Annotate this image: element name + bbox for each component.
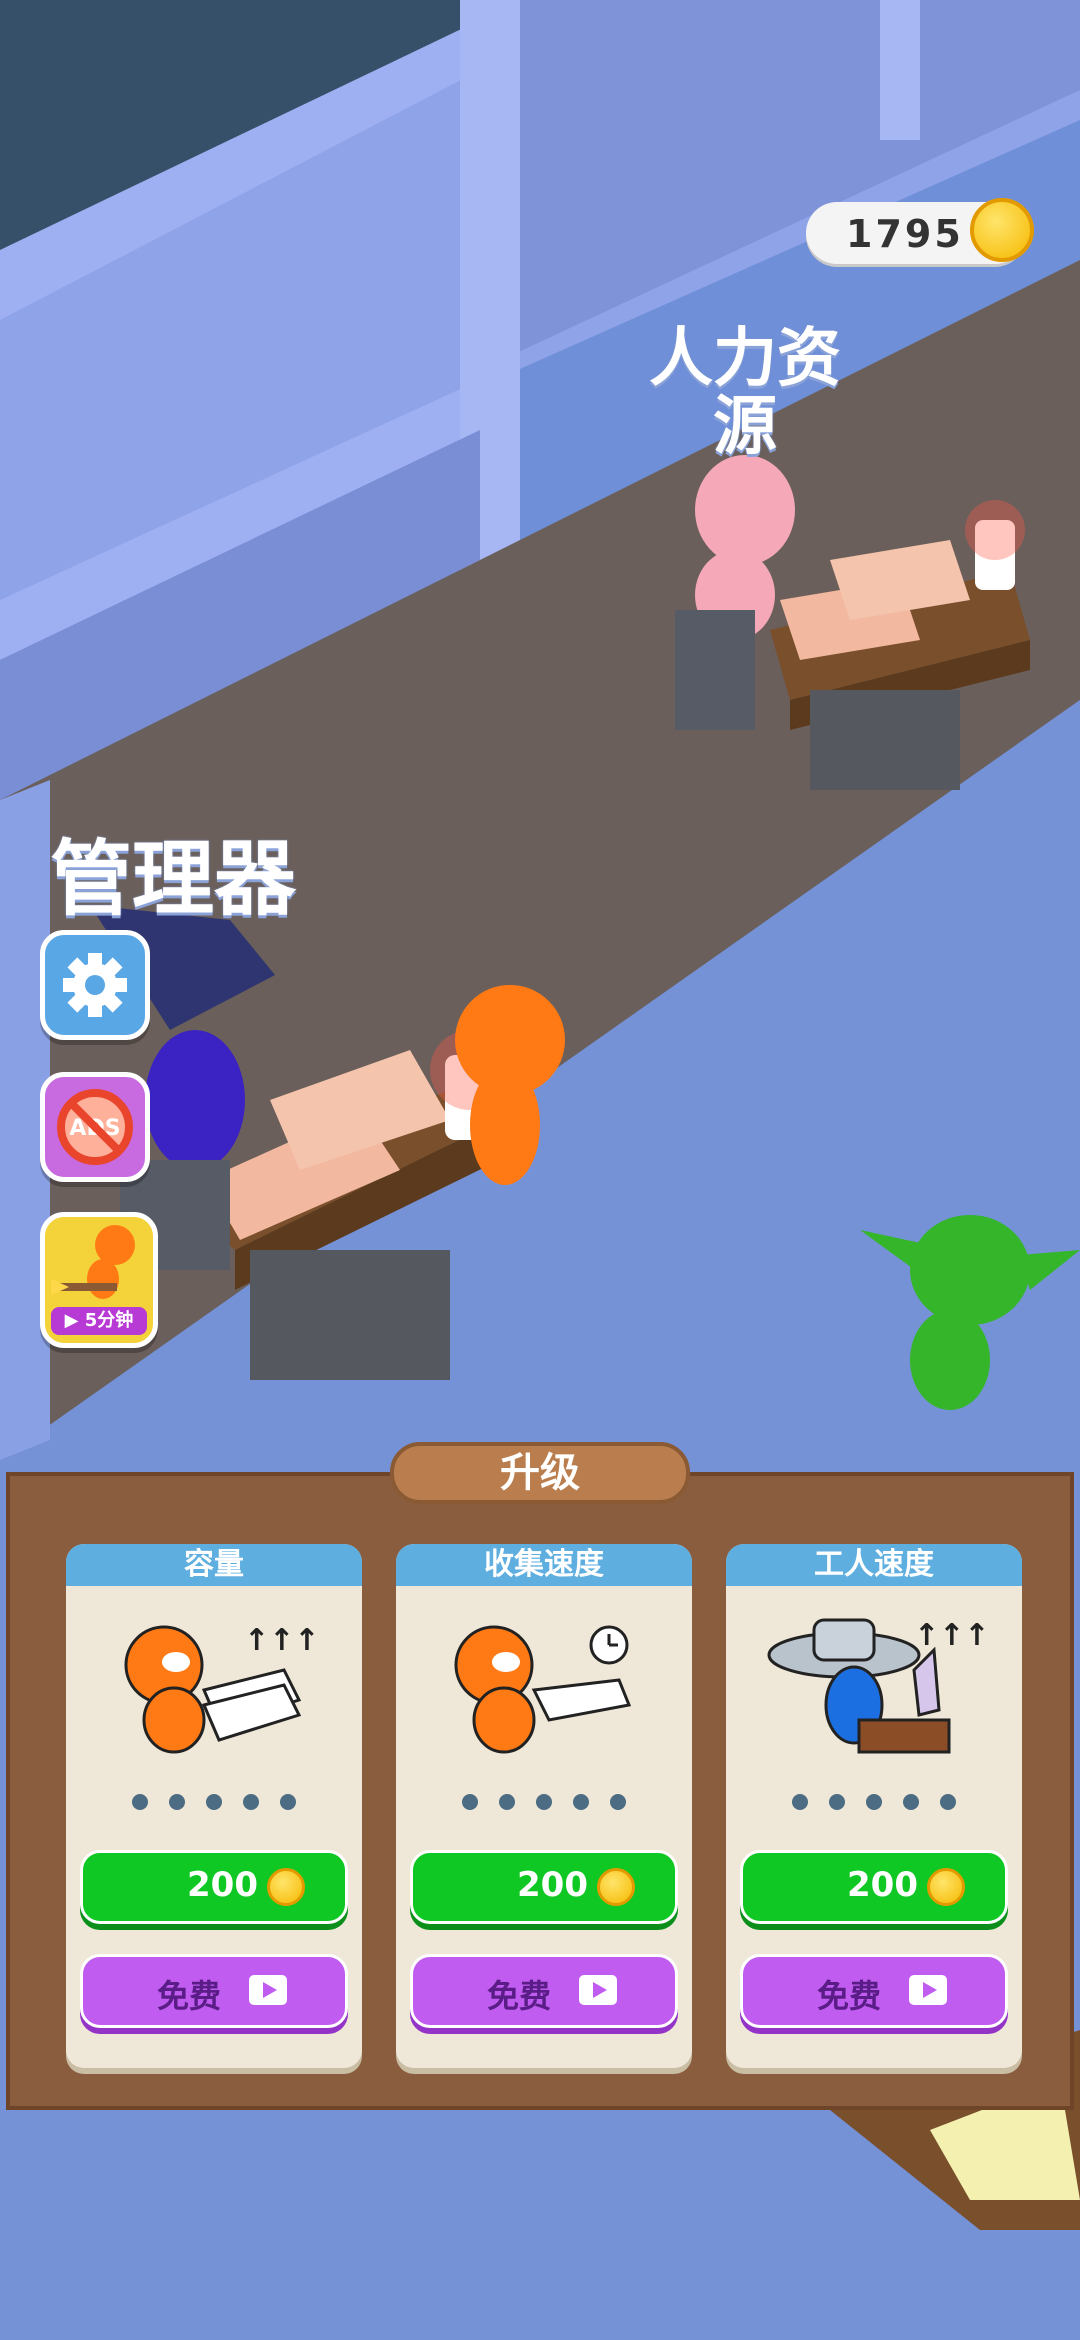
price-label: 200 [187, 1865, 258, 1905]
coin-icon [970, 198, 1034, 262]
level-dots [792, 1794, 956, 1810]
card-title: 收集速度 [396, 1544, 692, 1586]
upgrade-panel-title: 升级 [390, 1442, 690, 1504]
upgrade-card-collection-speed: 收集速度 200 免费 [396, 1544, 692, 2068]
speed-booster-button[interactable]: ▶ 5分钟 [40, 1212, 158, 1348]
free-capacity-button[interactable]: 免费 [80, 1954, 348, 2028]
worker-speed-upgrade-icon: ↑↑↑ [767, 1618, 984, 1754]
price-label: 200 [517, 1865, 588, 1905]
level-dots [462, 1794, 626, 1810]
manager-label: 管理器 [50, 832, 297, 927]
coin-icon [267, 1868, 305, 1906]
runner-booster-icon [51, 1225, 135, 1299]
video-play-icon [249, 1975, 287, 2005]
booster-timer: ▶ 5分钟 [51, 1307, 147, 1335]
gear-icon [63, 953, 127, 1017]
free-worker-speed-button[interactable]: 免费 [740, 1954, 1008, 2028]
coin-amount: 1795 [846, 212, 964, 256]
buy-capacity-button[interactable]: 200 [80, 1850, 348, 1924]
price-label: 200 [847, 1865, 918, 1905]
upgrade-card-capacity: 容量 ↑↑↑ 200 免费 [66, 1544, 362, 2068]
free-label: 免费 [817, 1977, 882, 2015]
upgrade-card-worker-speed: 工人速度 ↑↑↑ 200 免费 [726, 1544, 1022, 2068]
hr-room-label: 人力资源 [649, 322, 841, 464]
no-ads-button[interactable]: ADS [40, 1072, 150, 1182]
no-ads-icon: ADS [57, 1089, 133, 1165]
card-title: 容量 [66, 1544, 362, 1586]
settings-button[interactable] [40, 930, 150, 1040]
card-title: 工人速度 [726, 1544, 1022, 1586]
collection-speed-upgrade-icon [454, 1625, 632, 1754]
video-play-icon [909, 1975, 947, 2005]
svg-text:↑↑↑: ↑↑↑ [914, 1618, 984, 1653]
buy-collection-speed-button[interactable]: 200 [410, 1850, 678, 1924]
free-label: 免费 [487, 1977, 552, 2015]
svg-text:↑↑↑: ↑↑↑ [244, 1623, 319, 1658]
coin-counter: 1795 [806, 198, 1034, 264]
video-play-icon [579, 1975, 617, 2005]
buy-worker-speed-button[interactable]: 200 [740, 1850, 1008, 1924]
level-dots [132, 1794, 296, 1810]
capacity-upgrade-icon: ↑↑↑ [124, 1623, 319, 1754]
video-icon: ▶ [64, 1310, 85, 1331]
coin-icon [927, 1868, 965, 1906]
free-collection-speed-button[interactable]: 免费 [410, 1954, 678, 2028]
free-label: 免费 [157, 1977, 222, 2015]
coin-icon [597, 1868, 635, 1906]
